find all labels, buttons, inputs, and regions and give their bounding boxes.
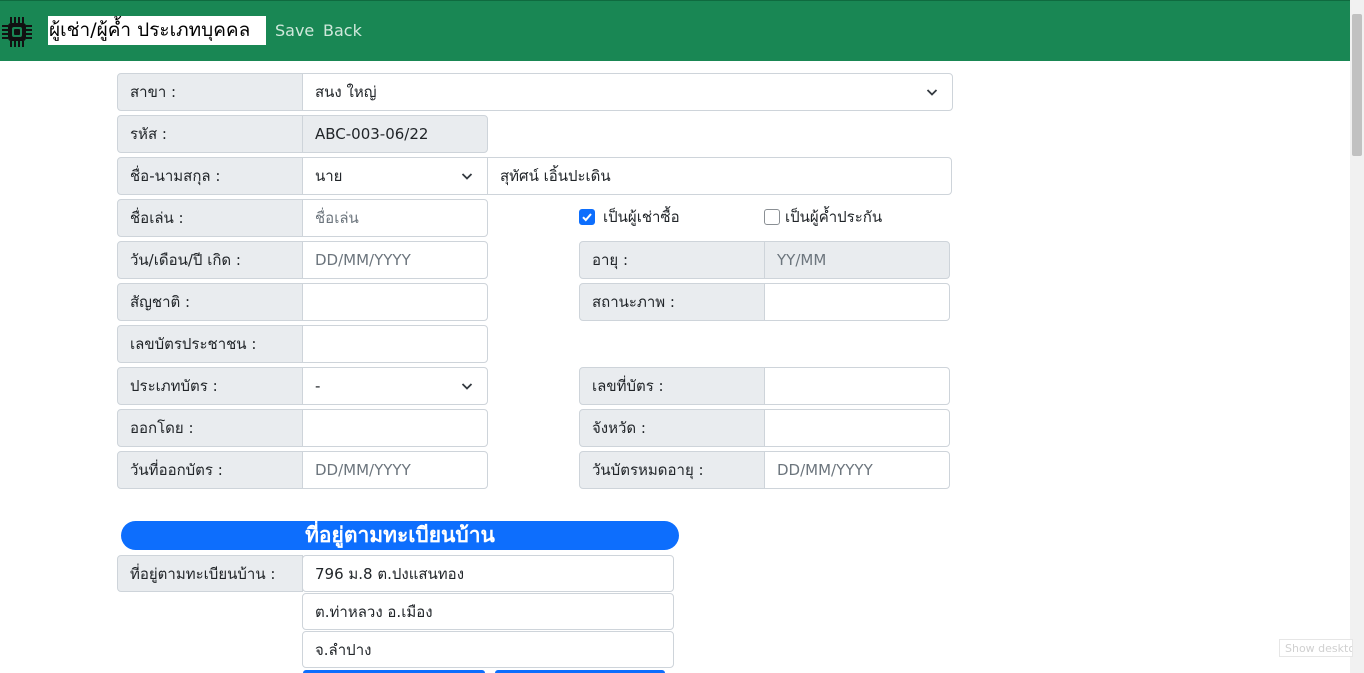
marital-status-label: สถานะภาพ :	[579, 283, 765, 321]
lessee-checkbox[interactable]	[579, 209, 595, 225]
id-number-label: เลขบัตรประชาชน :	[117, 325, 303, 363]
nickname-label: ชื่อเล่น :	[117, 199, 303, 237]
check-icon	[582, 213, 592, 222]
page-title: ผู้เช่า/ผู้ค้ำ ประเภทบุคคล	[48, 16, 266, 45]
lessee-checkbox-label: เป็นผู้เช่าซื้อ	[603, 208, 680, 226]
branch-select[interactable]: สนง ใหญ่	[302, 73, 953, 111]
branch-value: สนง ใหญ่	[315, 83, 377, 101]
age-placeholder: YY/MM	[777, 251, 827, 269]
name-prefix-select[interactable]: นาย	[302, 157, 488, 195]
address-line2-input[interactable]: ต.ท่าหลวง อ.เมือง	[302, 593, 674, 630]
card-number-label: เลขที่บัตร :	[579, 367, 765, 405]
back-button[interactable]: Back	[323, 20, 362, 42]
expiry-date-input[interactable]: DD/MM/YYYY	[764, 451, 950, 489]
card-type-value: -	[315, 377, 321, 395]
birthdate-label: วัน/เดือน/ปี เกิด :	[117, 241, 303, 279]
code-label: รหัส :	[117, 115, 303, 153]
save-button[interactable]: Save	[275, 20, 314, 42]
chevron-down-icon	[926, 89, 938, 96]
scrollbar-thumb[interactable]	[1352, 14, 1362, 156]
birthdate-input[interactable]: DD/MM/YYYY	[302, 241, 488, 279]
birthdate-placeholder: DD/MM/YYYY	[315, 251, 411, 269]
guarantor-checkbox[interactable]	[764, 209, 780, 225]
chip-icon[interactable]	[1, 16, 33, 48]
card-type-label: ประเภทบัตร :	[117, 367, 303, 405]
card-number-input[interactable]	[764, 367, 950, 405]
issue-date-input[interactable]: DD/MM/YYYY	[302, 451, 488, 489]
marital-status-input[interactable]	[764, 283, 950, 321]
nickname-input[interactable]: ชื่อเล่น	[302, 199, 488, 237]
issue-date-placeholder: DD/MM/YYYY	[315, 461, 411, 479]
expiry-date-placeholder: DD/MM/YYYY	[777, 461, 873, 479]
province-label: จังหวัด :	[579, 409, 765, 447]
fullname-label: ชื่อ-นามสกุล :	[117, 157, 303, 195]
card-type-select[interactable]: -	[302, 367, 488, 405]
issue-date-label: วันที่ออกบัตร :	[117, 451, 303, 489]
name-prefix-value: นาย	[315, 167, 343, 185]
chevron-down-icon	[461, 173, 473, 180]
address-label: ที่อยู่ตามทะเบียนบ้าน :	[117, 555, 303, 592]
expiry-date-label: วันบัตรหมดอายุ :	[579, 451, 765, 489]
guarantor-checkbox-label: เป็นผู้ค้ำประกัน	[785, 208, 883, 226]
issued-by-label: ออกโดย :	[117, 409, 303, 447]
show-desktop-tooltip: Show desktop	[1279, 639, 1353, 657]
issued-by-input[interactable]	[302, 409, 488, 447]
age-field: YY/MM	[764, 241, 950, 279]
nationality-label: สัญชาติ :	[117, 283, 303, 321]
age-label: อายุ :	[579, 241, 765, 279]
id-number-input[interactable]	[302, 325, 488, 363]
fullname-input[interactable]: สุทัศน์ เอิ้นปะเดิน	[487, 157, 952, 195]
address-section-header: ที่อยู่ตามทะเบียนบ้าน	[121, 521, 679, 550]
address-line1-input[interactable]: 796 ม.8 ต.ปงแสนทอง	[302, 555, 674, 592]
code-field: ABC-003-06/22	[302, 115, 488, 153]
nickname-placeholder: ชื่อเล่น	[315, 209, 359, 227]
address-line3-input[interactable]: จ.ลำปาง	[302, 631, 674, 668]
province-input[interactable]	[764, 409, 950, 447]
chevron-down-icon	[461, 383, 473, 390]
nationality-input[interactable]	[302, 283, 488, 321]
branch-label: สาขา :	[117, 73, 303, 111]
